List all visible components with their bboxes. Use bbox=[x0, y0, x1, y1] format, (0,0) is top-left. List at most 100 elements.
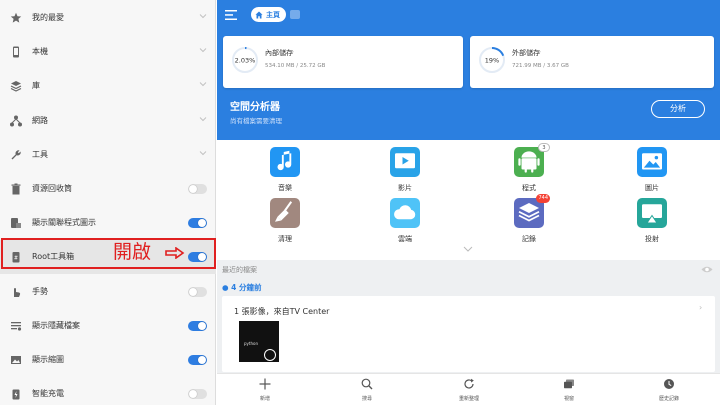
category-badge: 744 bbox=[536, 194, 550, 203]
toggle-switch[interactable] bbox=[188, 184, 207, 194]
cloud-icon bbox=[390, 198, 420, 228]
sidebar-item-thumbnail[interactable]: 顯示縮圖 bbox=[0, 343, 216, 377]
sidebar-item-trash[interactable]: 資源回收筒 bbox=[0, 172, 216, 206]
toolbar-search-button[interactable]: 搜尋 bbox=[337, 374, 397, 405]
category-log[interactable]: 744 記錄 bbox=[499, 194, 559, 244]
toggle-switch[interactable] bbox=[188, 389, 207, 400]
internal-chevron-icon: › bbox=[291, 47, 295, 56]
sidebar-item-label: 顯示關聯程式圖示 bbox=[32, 218, 96, 228]
toggle-knob bbox=[198, 321, 206, 330]
menu-icon[interactable] bbox=[225, 9, 237, 21]
cast-icon bbox=[637, 198, 667, 228]
toolbar-label: 搜尋 bbox=[361, 396, 372, 402]
chevron-down-icon bbox=[199, 48, 207, 53]
internal-storage-ring: 2.03% bbox=[232, 47, 258, 73]
hidden-files-icon bbox=[11, 321, 22, 331]
thumbnail-icon bbox=[11, 356, 21, 364]
category-label: 影片 bbox=[398, 184, 412, 192]
sidebar-item-network[interactable]: 網路 bbox=[0, 104, 216, 138]
chevron-down-icon bbox=[199, 82, 207, 87]
sidebar-item-label: 手勢 bbox=[32, 286, 48, 296]
sidebar-item-label: 智能充電 bbox=[32, 389, 64, 399]
category-badge: 3 bbox=[538, 143, 550, 152]
external-storage-usage: 721.99 MB / 3.67 GB bbox=[512, 63, 569, 69]
toggle-switch[interactable] bbox=[188, 218, 207, 229]
category-image[interactable]: 圖片 bbox=[622, 147, 682, 193]
external-storage-title: 外部儲存 bbox=[512, 49, 540, 57]
toolbar-history-button[interactable]: 歷史記錄 bbox=[639, 374, 699, 405]
broom-icon bbox=[270, 198, 300, 228]
sidebar-item-label: 工具 bbox=[32, 149, 48, 159]
sidebar-item-label: 網路 bbox=[32, 115, 48, 125]
sidebar-item-hidden-files[interactable]: 顯示隱藏檔案 bbox=[0, 309, 216, 343]
category-cast[interactable]: 投射 bbox=[622, 198, 682, 244]
toolbar-label: 視窗 bbox=[563, 396, 574, 402]
network-icon bbox=[10, 115, 22, 127]
toggle-knob bbox=[198, 219, 206, 228]
sidebar-item-phone[interactable]: 本機 bbox=[0, 35, 216, 69]
category-video[interactable]: 影片 bbox=[375, 147, 435, 193]
android-icon: 3 bbox=[514, 143, 550, 177]
category-label: 投射 bbox=[645, 235, 659, 243]
toggle-switch[interactable] bbox=[188, 320, 207, 331]
music-icon bbox=[270, 147, 300, 177]
sidebar-item-charging[interactable]: 智能充電 bbox=[0, 377, 216, 405]
category-label: 清理 bbox=[278, 235, 292, 243]
toggle-switch[interactable] bbox=[188, 286, 207, 297]
sidebar-item-layers[interactable]: 庫 bbox=[0, 69, 216, 103]
home-breadcrumb[interactable]: 主頁 bbox=[251, 7, 286, 22]
category-music[interactable]: 音樂 bbox=[255, 147, 315, 193]
sidebar-item-gesture[interactable]: 手勢 bbox=[0, 275, 216, 309]
sidebar-item-wrench[interactable]: 工具 bbox=[0, 138, 216, 172]
sidebar-item-star[interactable]: 我的最愛 bbox=[0, 1, 216, 35]
recent-files-header: 最近的檔案 bbox=[222, 266, 257, 274]
layers-icon bbox=[10, 81, 22, 93]
toggle-knob bbox=[189, 390, 197, 399]
category-label: 程式 bbox=[522, 184, 536, 192]
wrench-icon bbox=[11, 150, 21, 160]
home-breadcrumb-label: 主頁 bbox=[266, 10, 280, 19]
external-chevron-icon: › bbox=[538, 47, 542, 56]
internal-storage-card[interactable]: 2.03% 內部儲存 › 534.10 MB / 25.72 GB bbox=[223, 36, 463, 88]
search-icon bbox=[361, 378, 373, 390]
category-label: 圖片 bbox=[645, 184, 659, 192]
category-android[interactable]: 3 程式 bbox=[499, 143, 559, 193]
toolbar-label: 新增 bbox=[259, 396, 270, 402]
recent-time-label: 4 分鐘前 bbox=[231, 283, 262, 292]
sidebar-item-label: 庫 bbox=[32, 81, 40, 91]
space-analyzer-subtitle: 尚有檔案需要清理 bbox=[230, 117, 282, 125]
space-analyzer-title: 空間分析器 bbox=[230, 102, 280, 113]
category-label: 雲端 bbox=[398, 235, 412, 243]
eye-icon[interactable] bbox=[701, 265, 713, 274]
sidebar-item-label: 我的最愛 bbox=[32, 13, 64, 22]
phone-icon bbox=[13, 46, 19, 58]
chevron-down-icon bbox=[199, 116, 207, 121]
bottom-toolbar: 新增 搜尋 重新整理 視窗 歷史記錄 bbox=[217, 373, 720, 405]
toolbar-windows-button[interactable]: 視窗 bbox=[539, 374, 599, 405]
thumbnail-text: python bbox=[244, 341, 258, 346]
header: 主頁 2.03% 內部儲存 › 534.10 MB / 25.72 GB 19%… bbox=[217, 0, 720, 140]
sidebar-item-label: 資源回收筒 bbox=[32, 184, 72, 193]
category-cloud[interactable]: 雲端 bbox=[375, 198, 435, 244]
chevron-down-icon bbox=[199, 150, 207, 156]
toolbar-plus-button[interactable]: 新增 bbox=[235, 374, 295, 405]
expand-chevron-icon[interactable] bbox=[463, 245, 473, 253]
analyze-button[interactable]: 分析 bbox=[651, 100, 705, 118]
sidebar-item-app-link[interactable]: 顯示關聯程式圖示 bbox=[0, 206, 216, 240]
toggle-switch[interactable] bbox=[188, 355, 207, 365]
category-label: 音樂 bbox=[278, 184, 292, 192]
plus-icon bbox=[259, 378, 271, 390]
external-storage-card[interactable]: 19% 外部儲存 › 721.99 MB / 3.67 GB bbox=[470, 36, 714, 88]
recent-file-thumbnail[interactable]: python bbox=[239, 321, 279, 362]
gesture-icon bbox=[14, 287, 21, 297]
thumbnail-circle-icon bbox=[264, 349, 276, 361]
recent-time-group: ● 4 分鐘前 bbox=[222, 283, 262, 292]
recent-file-title: 1 張影像，來自TV Center bbox=[234, 307, 330, 316]
history-icon bbox=[664, 379, 674, 389]
toolbar-refresh-button[interactable]: 重新整理 bbox=[439, 374, 499, 405]
svg-text:2.03%: 2.03% bbox=[235, 57, 256, 65]
category-broom[interactable]: 清理 bbox=[255, 198, 315, 244]
sidebar-item-label: 顯示隱藏檔案 bbox=[32, 320, 80, 330]
external-storage-ring: 19% bbox=[479, 47, 505, 73]
main-panel: 主頁 2.03% 內部儲存 › 534.10 MB / 25.72 GB 19%… bbox=[217, 0, 720, 405]
